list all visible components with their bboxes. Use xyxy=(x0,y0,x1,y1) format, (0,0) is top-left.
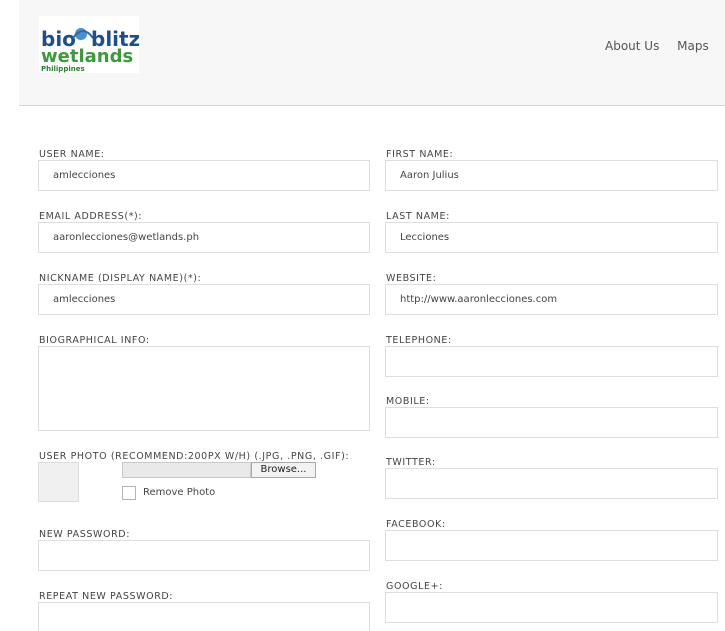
new-password-label: NEW PASSWORD: xyxy=(39,529,130,540)
bio-label: BIOGRAPHICAL INFO: xyxy=(39,335,150,346)
facebook-label: FACEBOOK: xyxy=(386,519,446,530)
site-header: bio blitz wetlands Philippines About Us … xyxy=(19,0,725,106)
telephone-field[interactable] xyxy=(385,346,718,377)
svg-text:wetlands: wetlands xyxy=(41,46,133,67)
last-name-label: LAST NAME: xyxy=(386,211,450,222)
nav-maps[interactable]: Maps xyxy=(677,39,709,53)
email-label: EMAIL ADDRESS(*): xyxy=(39,211,143,222)
nickname-label: NICKNAME (DISPLAY NAME)(*): xyxy=(39,273,202,284)
website-label: WEBSITE: xyxy=(386,273,437,284)
telephone-label: TELEPHONE: xyxy=(386,335,452,346)
googleplus-label: GOOGLE+: xyxy=(386,581,443,592)
remove-photo-checkbox[interactable] xyxy=(122,486,136,500)
first-name-field[interactable]: Aaron Julius xyxy=(385,160,718,191)
facebook-field[interactable] xyxy=(385,530,718,561)
site-logo[interactable]: bio blitz wetlands Philippines xyxy=(39,16,139,73)
googleplus-field[interactable] xyxy=(385,592,718,623)
repeat-password-label: REPEAT NEW PASSWORD: xyxy=(39,591,174,602)
remove-photo-label: Remove Photo xyxy=(143,487,216,498)
nav-about-us[interactable]: About Us xyxy=(605,39,659,53)
nickname-field[interactable]: amlecciones xyxy=(38,284,370,315)
file-path-box[interactable] xyxy=(122,462,251,478)
photo-label: USER PHOTO (RECOMMEND:200PX W/H) (.JPG, … xyxy=(39,451,350,462)
repeat-password-field[interactable] xyxy=(38,602,370,631)
photo-file-input[interactable]: Browse... xyxy=(122,462,316,478)
mobile-field[interactable] xyxy=(385,407,718,438)
last-name-field[interactable]: Lecciones xyxy=(385,222,718,253)
mobile-label: MOBILE: xyxy=(386,396,430,407)
username-field[interactable]: amlecciones xyxy=(38,160,370,191)
username-label: USER NAME: xyxy=(39,149,105,160)
bio-textarea[interactable] xyxy=(38,346,370,431)
user-photo-preview xyxy=(38,462,79,502)
main-nav: About Us Maps E xyxy=(605,39,725,53)
browse-button[interactable]: Browse... xyxy=(251,462,316,478)
twitter-label: TWITTER: xyxy=(386,457,436,468)
new-password-field[interactable] xyxy=(38,540,370,571)
website-field[interactable]: http://www.aaronlecciones.com xyxy=(385,284,718,315)
twitter-field[interactable] xyxy=(385,468,718,499)
first-name-label: FIRST NAME: xyxy=(386,149,454,160)
svg-text:Philippines: Philippines xyxy=(41,65,85,73)
email-field[interactable]: aaronlecciones@wetlands.ph xyxy=(38,222,370,253)
